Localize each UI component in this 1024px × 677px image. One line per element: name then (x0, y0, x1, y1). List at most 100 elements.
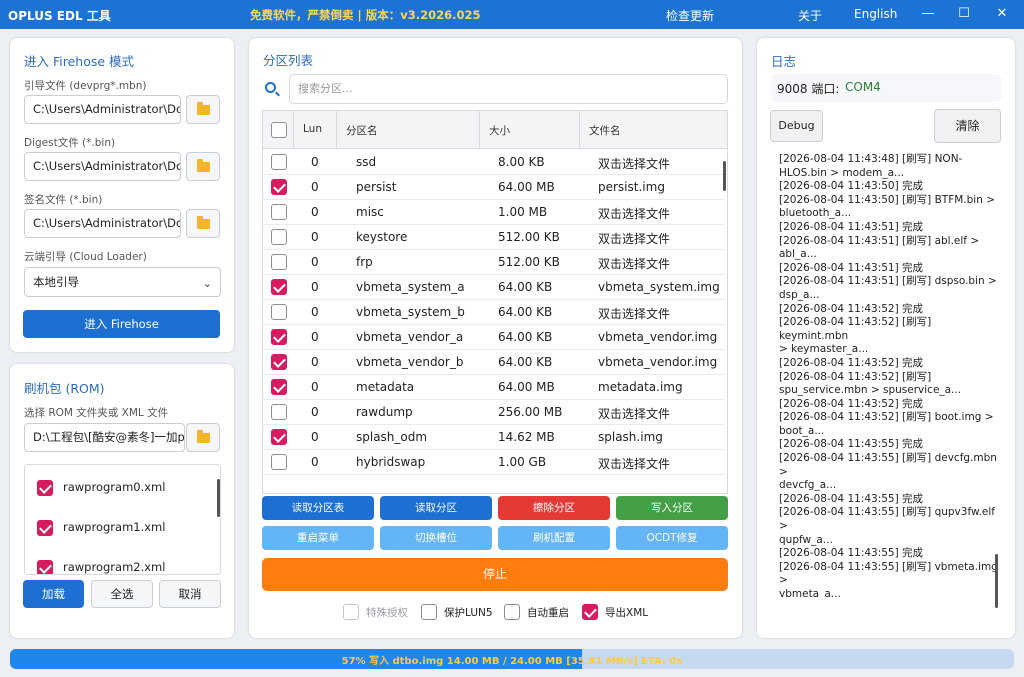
cell-lun: 0 (311, 405, 319, 419)
loader-path-input[interactable]: C:\Users\Administrator\Dow (24, 95, 181, 124)
option-checkbox[interactable] (343, 604, 359, 620)
cell-lun: 0 (311, 330, 319, 344)
table-row[interactable]: 0 keystore 512.00 KB 双击选择文件 (263, 225, 725, 250)
loader-browse-button[interactable] (186, 95, 220, 124)
flash-config-button[interactable]: 刷机配置 (498, 526, 610, 550)
switch-slot-button[interactable]: 切换槽位 (380, 526, 492, 550)
row-checkbox[interactable] (271, 354, 287, 370)
row-checkbox[interactable] (271, 279, 287, 295)
row-checkbox[interactable] (271, 379, 287, 395)
row-checkbox[interactable] (271, 154, 287, 170)
table-row[interactable]: 0 hybridswap 1.00 GB 双击选择文件 (263, 450, 725, 475)
option-label: 保护LUN5 (444, 607, 493, 619)
log-line: [2026-08-04 11:43:55] 完成 (779, 438, 924, 451)
cell-file[interactable]: 双击选择文件 (598, 305, 722, 322)
table-row[interactable]: 0 vbmeta_vendor_b 64.00 KB vbmeta_vendor.im… (263, 350, 725, 375)
list-item[interactable]: rawprogram2.xml (25, 558, 210, 574)
cell-file[interactable]: 双击选择文件 (598, 205, 722, 222)
read-partition-button[interactable]: 读取分区 (380, 496, 492, 520)
list-item[interactable]: rawprogram1.xml (25, 518, 210, 538)
cell-file[interactable]: 双击选择文件 (598, 255, 722, 272)
language-button[interactable]: English (854, 7, 897, 21)
cell-file[interactable]: vbmeta_vendor.img (598, 330, 722, 344)
row-checkbox[interactable] (271, 404, 287, 420)
option-checkbox[interactable] (582, 604, 598, 620)
cell-file[interactable]: 双击选择文件 (598, 405, 722, 422)
cell-lun: 0 (311, 355, 319, 369)
write-partition-button[interactable]: 写入分区 (616, 496, 728, 520)
cell-file[interactable]: metadata.img (598, 380, 722, 394)
about-button[interactable]: 关于 (798, 7, 822, 24)
xml-checkbox[interactable] (37, 560, 53, 574)
table-row[interactable]: 0 rawdump 256.00 MB 双击选择文件 (263, 400, 725, 425)
cell-file[interactable]: vbmeta_vendor.img (598, 355, 722, 369)
log-scrollbar[interactable] (995, 554, 998, 608)
erase-partition-button[interactable]: 擦除分区 (498, 496, 610, 520)
option-checkbox[interactable] (504, 604, 520, 620)
table-row[interactable]: 0 frp 512.00 KB 双击选择文件 (263, 250, 725, 275)
table-row[interactable]: 0 vbmeta_system_a 64.00 KB vbmeta_system.im… (263, 275, 725, 300)
row-checkbox[interactable] (271, 454, 287, 470)
row-checkbox[interactable] (271, 204, 287, 220)
table-row[interactable]: 0 metadata 64.00 MB metadata.img (263, 375, 725, 400)
cell-lun: 0 (311, 230, 319, 244)
table-row[interactable]: 0 ssd 8.00 KB 双击选择文件 (263, 150, 725, 175)
table-row[interactable]: 0 splash_odm 14.62 MB splash.img (263, 425, 725, 450)
log-line: [2026-08-04 11:43:51] [刷写] dspso.bin > (779, 275, 997, 288)
cell-file[interactable]: 双击选择文件 (598, 230, 722, 247)
close-icon[interactable]: ✕ (992, 5, 1012, 23)
row-checkbox[interactable] (271, 304, 287, 320)
option-label: 特殊授权 (366, 607, 408, 619)
ocdt-repair-button[interactable]: OCDT修复 (616, 526, 728, 550)
xml-list-scrollbar[interactable] (217, 479, 220, 517)
sign-browse-button[interactable] (186, 209, 220, 238)
cell-file[interactable]: 双击选择文件 (598, 155, 722, 172)
cell-name: misc (356, 205, 384, 219)
xml-checkbox[interactable] (37, 480, 53, 496)
row-checkbox[interactable] (271, 254, 287, 270)
cell-file[interactable]: persist.img (598, 180, 722, 194)
enter-firehose-button[interactable]: 进入 Firehose (23, 310, 220, 338)
table-row[interactable]: 0 vbmeta_system_b 64.00 KB 双击选择文件 (263, 300, 725, 325)
table-row[interactable]: 0 vbmeta_vendor_a 64.00 KB vbmeta_vendor.im… (263, 325, 725, 350)
cancel-button[interactable]: 取消 (159, 580, 221, 608)
cell-file[interactable]: 双击选择文件 (598, 455, 722, 472)
digest-path-input[interactable]: C:\Users\Administrator\Dow (24, 152, 181, 181)
table-scrollbar[interactable] (723, 161, 726, 191)
cell-name: keystore (356, 230, 408, 244)
rom-browse-button[interactable] (186, 423, 220, 452)
clear-log-button[interactable]: 清除 (934, 109, 1001, 143)
partition-search-input[interactable]: 搜索分区... (289, 74, 728, 104)
cell-name: vbmeta_vendor_b (356, 355, 464, 369)
row-checkbox[interactable] (271, 329, 287, 345)
load-button[interactable]: 加载 (23, 580, 84, 608)
option-checkbox[interactable] (421, 604, 437, 620)
maximize-icon[interactable]: ☐ (954, 5, 974, 23)
cell-file[interactable]: vbmeta_system.img (598, 280, 722, 294)
digest-browse-button[interactable] (186, 152, 220, 181)
row-checkbox[interactable] (271, 179, 287, 195)
minimize-icon[interactable]: — (918, 5, 938, 23)
list-item[interactable]: rawprogram0.xml (25, 478, 210, 498)
read-partition-table-button[interactable]: 读取分区表 (262, 496, 374, 520)
table-row[interactable]: 0 persist 64.00 MB persist.img (263, 175, 725, 200)
sign-path-input[interactable]: C:\Users\Administrator\Dow (24, 209, 181, 238)
row-checkbox[interactable] (271, 429, 287, 445)
log-title: 日志 (771, 54, 797, 69)
cell-file[interactable]: splash.img (598, 430, 722, 444)
stop-button[interactable]: 停止 (262, 558, 728, 591)
xml-checkbox[interactable] (37, 520, 53, 536)
reboot-menu-button[interactable]: 重启菜单 (262, 526, 374, 550)
rom-path-input[interactable]: D:\工程包\[酷安@素冬]一加p (24, 423, 185, 452)
cell-size: 64.00 KB (498, 305, 553, 319)
cloud-loader-select[interactable]: 本地引导 ⌄ (24, 267, 221, 297)
table-row[interactable]: 0 misc 1.00 MB 双击选择文件 (263, 200, 725, 225)
xml-file-name: rawprogram0.xml (63, 480, 166, 494)
check-update-button[interactable]: 检查更新 (666, 7, 714, 24)
row-checkbox[interactable] (271, 229, 287, 245)
folder-icon (197, 102, 210, 115)
select-all-button[interactable]: 全选 (91, 580, 153, 608)
log-line: [2026-08-04 11:43:55] [刷写] vbmeta.img > (779, 560, 998, 587)
select-all-checkbox[interactable] (271, 122, 287, 138)
debug-button[interactable]: Debug (770, 110, 823, 142)
